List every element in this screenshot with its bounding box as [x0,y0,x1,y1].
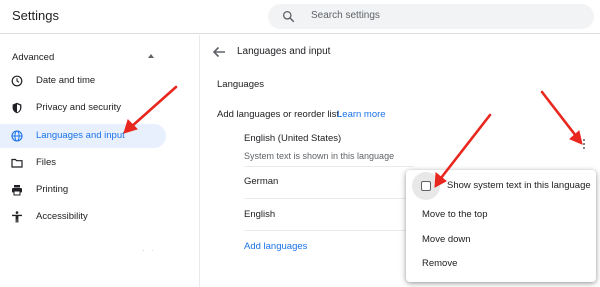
menu-item-remove[interactable]: Remove [406,252,596,276]
sidebar-item-files[interactable]: Files [0,151,166,175]
printer-icon [12,185,22,196]
app-title: Settings [12,8,59,23]
folder-icon [11,158,23,168]
sidebar-item-label: Date and time [36,75,96,86]
checkbox-icon[interactable] [421,181,431,191]
search-input[interactable]: Search settings [311,10,380,21]
caret-up-icon[interactable] [148,54,154,58]
section-title: Languages [217,79,265,90]
checkbox-ripple [412,172,440,200]
divider [244,230,414,231]
back-arrow-icon[interactable] [212,46,226,58]
add-languages-description: Add languages or reorder list. [217,109,342,120]
language-options-menu: Show system text in this language Move t… [406,170,596,282]
menu-item-label: Move down [422,234,471,245]
sidebar-item-accessibility[interactable]: Accessibility [0,205,166,229]
divider [244,198,414,199]
page-title: Languages and input [237,46,331,57]
more-options-icon[interactable] [582,139,586,153]
menu-item-show-system-text[interactable]: Show system text in this language [406,171,596,201]
sidebar-item-label: Accessibility [36,211,88,222]
language-subtitle: System text is shown in this language [244,151,395,161]
language-name: English [244,209,276,220]
learn-more-link[interactable]: Learn more [337,109,386,120]
menu-item-label: Move to the top [422,209,488,220]
language-name: English (United States) [244,133,342,144]
search-icon [282,10,295,23]
menu-item-move-down[interactable]: Move down [406,228,596,252]
globe-icon [11,130,23,142]
sidebar-item-privacy-and-security[interactable]: Privacy and security [0,96,166,120]
sidebar-item-label: Privacy and security [36,102,122,113]
search-box[interactable]: Search settings [268,4,594,29]
sidebar-item-label: Printing [36,184,69,195]
menu-item-label: Show system text in this language [447,180,591,191]
faint-dots: · · [142,246,156,255]
sidebar-item-label: Languages and input [36,130,125,141]
sidebar-item-date-and-time[interactable]: Date and time [0,69,166,93]
sidebar-item-label: Files [36,157,57,168]
shield-icon [12,102,22,114]
top-bar: Settings Search settings [0,0,600,34]
divider [244,166,414,167]
sidebar-item-printing[interactable]: Printing [0,178,166,202]
menu-item-move-to-top[interactable]: Move to the top [406,203,596,227]
sidebar-item-languages-and-input[interactable]: Languages and input [0,124,166,148]
accessibility-icon [12,211,22,223]
sidebar-section-advanced[interactable]: Advanced [12,52,54,63]
menu-item-label: Remove [422,258,458,269]
sidebar: Advanced Date and time Privacy and secur… [0,35,200,287]
clock-icon [11,75,23,87]
language-name: German [244,176,279,187]
add-languages-button[interactable]: Add languages [244,241,307,252]
